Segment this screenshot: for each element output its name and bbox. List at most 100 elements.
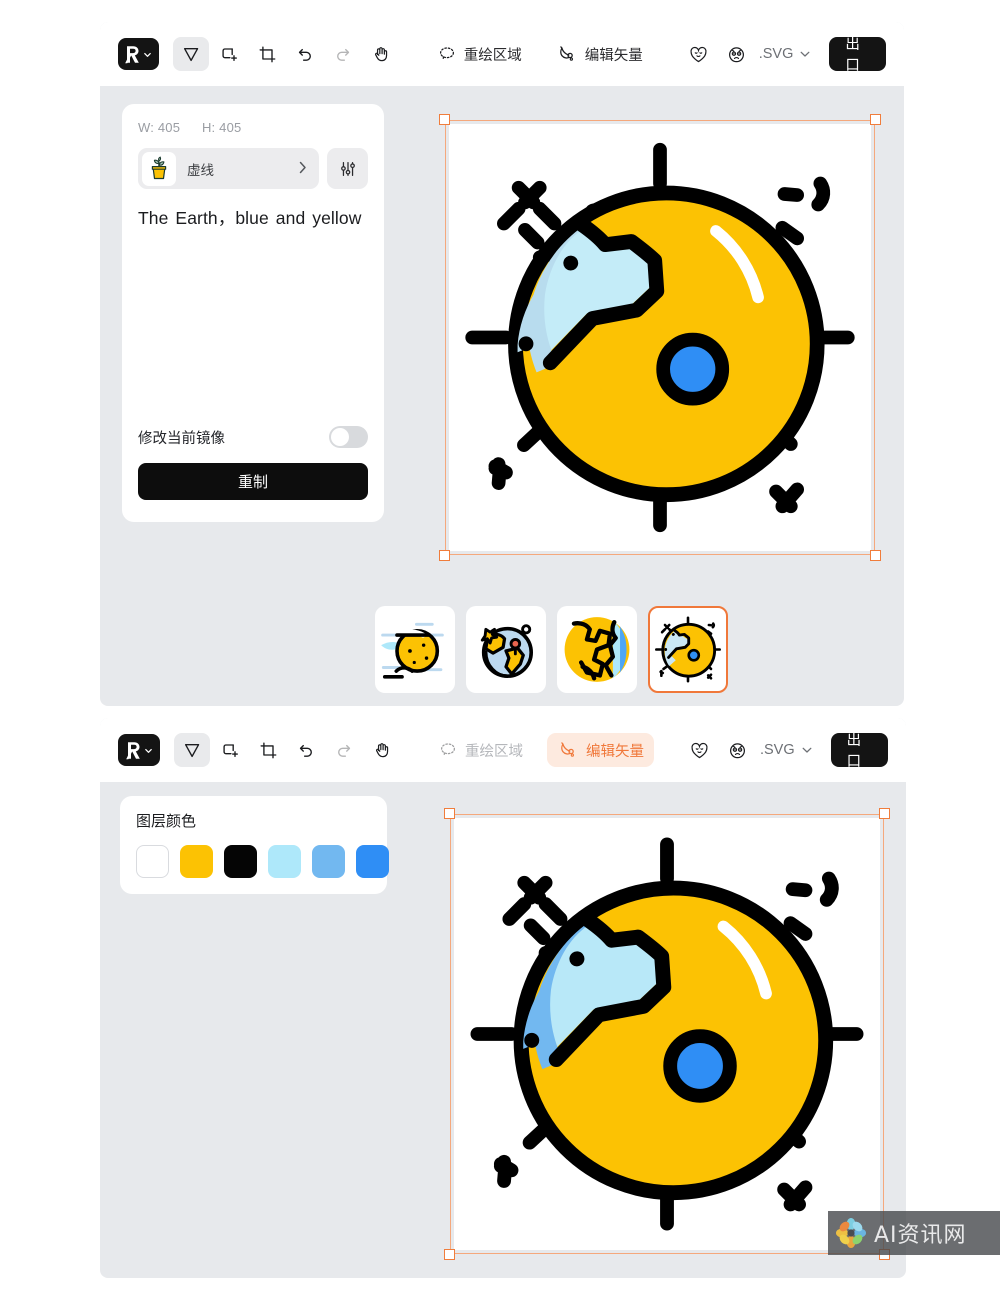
editor-panel-bottom: 重绘区域 编辑矢量 .SVG 出口 图层颜色	[100, 718, 906, 1278]
crop-tool[interactable]	[249, 37, 285, 71]
prompt-panel: W: 405 H: 405 虚线 The Earth，blue and yell…	[122, 104, 384, 522]
swatch-sky-blue[interactable]	[312, 845, 345, 878]
swatch-vivid-blue[interactable]	[356, 845, 389, 878]
selection-handle-top-left[interactable]	[439, 114, 450, 125]
potted-plant-icon	[151, 156, 167, 179]
export-button[interactable]: 出口	[830, 733, 888, 770]
export-format-dropdown[interactable]: .SVG	[759, 46, 812, 62]
surprised-face-icon	[729, 46, 745, 62]
export-format-dropdown[interactable]: .SVG	[760, 742, 813, 758]
surprised-face-button[interactable]	[720, 733, 756, 767]
toolbar-top: 重绘区域 编辑矢量 .SVG 出口	[100, 22, 904, 86]
frame-tool[interactable]	[212, 733, 248, 767]
undo-tool[interactable]	[287, 37, 323, 71]
mirror-toggle[interactable]	[329, 426, 368, 448]
edit-vector-button[interactable]: 编辑矢量	[546, 733, 654, 767]
flower-logo-icon	[836, 1218, 866, 1248]
width-value: W: 405	[138, 120, 181, 135]
earth-sun-thumbnail	[652, 613, 724, 686]
frame-tool[interactable]	[211, 37, 247, 71]
layer-colors-panel: 图层颜色	[120, 796, 389, 894]
edit-vector-label: 编辑矢量	[584, 47, 643, 64]
mirror-row: 修改当前镜像	[138, 426, 368, 448]
export-button[interactable]: 出口	[829, 37, 886, 74]
chevron-right-icon	[299, 161, 307, 177]
app-logo-button[interactable]	[118, 38, 159, 70]
edit-vector-button[interactable]: 编辑矢量	[546, 37, 653, 71]
inpaint-region-button[interactable]: 重绘区域	[427, 37, 532, 71]
app-logo-button[interactable]	[118, 734, 160, 766]
swatch-black[interactable]	[224, 845, 257, 878]
add-frame-icon	[222, 48, 237, 62]
undo-tool[interactable]	[288, 733, 324, 767]
select-tool[interactable]	[173, 733, 210, 767]
prompt-text[interactable]: The Earth，blue and yellow	[138, 203, 368, 234]
style-settings-button[interactable]	[327, 148, 368, 189]
undo-icon	[298, 48, 311, 61]
style-selector[interactable]: 虚线	[138, 148, 319, 189]
cursor-arrow-icon	[183, 48, 198, 62]
swatch-white[interactable]	[136, 845, 169, 878]
inpaint-region-label: 重绘区域	[464, 743, 523, 760]
selection-handle-bottom-left[interactable]	[439, 550, 450, 561]
crop-icon	[259, 46, 276, 63]
hand-icon	[376, 743, 389, 758]
watermark-text: AI资讯网	[874, 1223, 967, 1248]
hand-tool[interactable]	[363, 37, 399, 71]
hand-tool[interactable]	[364, 733, 400, 767]
editor-panel-top: 重绘区域 编辑矢量 .SVG 出口 W: 405 H: 405 虚线 The E…	[100, 22, 904, 706]
layer-color-swatches	[136, 845, 389, 878]
selection-handle-bottom-right[interactable]	[870, 550, 881, 561]
inpaint-region-button[interactable]: 重绘区域	[428, 733, 533, 767]
redo-tool[interactable]	[326, 733, 362, 767]
selection-handle-top-right[interactable]	[870, 114, 881, 125]
selection-handle-top-right[interactable]	[879, 808, 890, 819]
thumbnail-variant-1[interactable]	[375, 606, 455, 693]
redo-icon	[338, 744, 351, 757]
redo-tool[interactable]	[325, 37, 361, 71]
recraft-logo-icon	[125, 45, 140, 63]
recraft-logo-icon	[126, 741, 140, 759]
variant-thumbnail-strip	[375, 606, 728, 693]
sliders-icon	[340, 161, 355, 176]
add-frame-icon	[223, 744, 238, 758]
crop-icon	[260, 742, 277, 759]
surprised-face-icon	[730, 742, 746, 758]
selection-handle-bottom-left[interactable]	[444, 1249, 455, 1260]
style-row: 虚线	[138, 148, 368, 189]
inpaint-region-label: 重绘区域	[463, 47, 522, 64]
export-format-label: .SVG	[759, 742, 795, 758]
thumbnail-variant-2[interactable]	[466, 606, 546, 693]
export-format-label: .SVG	[758, 46, 794, 62]
heart-face-icon	[690, 46, 707, 62]
chevron-down-icon	[800, 51, 810, 57]
selection-handle-top-left[interactable]	[444, 808, 455, 819]
undo-icon	[299, 744, 312, 757]
watermark: AI资讯网	[828, 1211, 1000, 1255]
thumbnail-variant-4[interactable]	[648, 606, 728, 693]
thumbnail-variant-3[interactable]	[557, 606, 637, 693]
surprised-face-button[interactable]	[719, 37, 755, 71]
globe-pin-thumbnail	[470, 613, 542, 686]
app-root: 重绘区域 编辑矢量 .SVG 出口 W: 405 H: 405 虚线 The E…	[0, 0, 1000, 1290]
earth-sun-illustration[interactable]	[454, 818, 880, 1250]
lasso-select-icon	[440, 743, 455, 757]
canvas-top[interactable]	[439, 114, 881, 561]
swatch-light-cyan[interactable]	[268, 845, 301, 878]
dimensions-readout: W: 405 H: 405	[138, 120, 368, 135]
regenerate-button[interactable]: 重制	[138, 463, 368, 500]
edit-vector-icon	[561, 742, 574, 757]
swatch-yellow[interactable]	[180, 845, 213, 878]
crop-tool[interactable]	[250, 733, 286, 767]
hand-icon	[374, 47, 387, 62]
heart-face-button[interactable]	[681, 37, 717, 71]
canvas-bottom[interactable]	[444, 808, 890, 1260]
redo-icon	[336, 48, 349, 61]
heart-face-button[interactable]	[682, 733, 718, 767]
toolbar-bottom: 重绘区域 编辑矢量 .SVG 出口	[100, 718, 906, 782]
earth-sun-illustration[interactable]	[449, 124, 871, 551]
lasso-select-icon	[439, 47, 454, 61]
style-name-label: 虚线	[187, 162, 214, 179]
chevron-down-icon	[802, 747, 812, 753]
select-tool[interactable]	[172, 37, 209, 71]
